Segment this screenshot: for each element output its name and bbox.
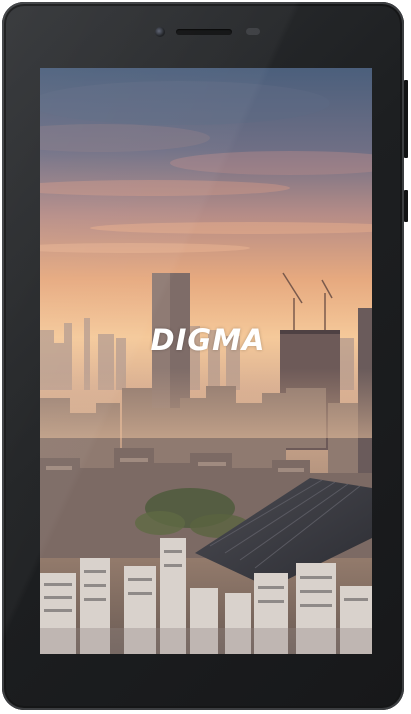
wallpaper-image: [40, 68, 372, 654]
volume-up-button[interactable]: [404, 80, 408, 158]
earpiece-speaker-icon: [176, 29, 232, 35]
display-screen: DIGMA: [40, 68, 372, 654]
power-button[interactable]: [404, 190, 408, 222]
light-sensor-icon: [246, 28, 260, 35]
tablet-device: DIGMA: [2, 2, 404, 710]
brand-logo: DIGMA: [150, 323, 266, 357]
front-camera-icon: [155, 27, 165, 37]
